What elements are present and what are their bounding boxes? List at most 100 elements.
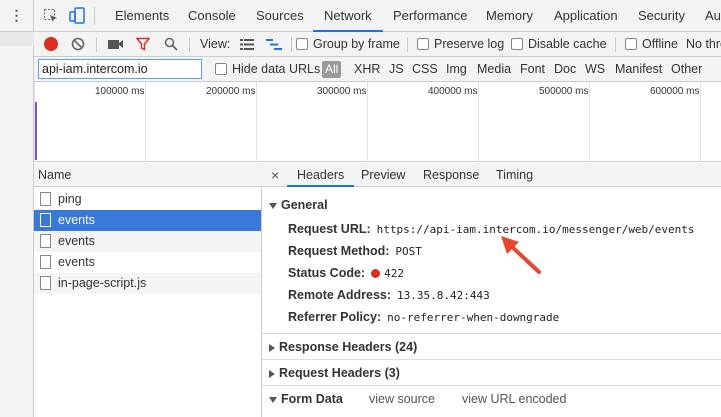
filter-icon[interactable]: [135, 37, 151, 51]
tab-console[interactable]: Console: [188, 0, 236, 32]
tab-headers[interactable]: Headers: [287, 163, 355, 187]
request-method-row: Request Method: POST: [288, 244, 422, 258]
tab-memory[interactable]: Memory: [486, 0, 533, 32]
triangle-right-icon: [269, 343, 275, 352]
request-url-label: Request URL:: [288, 222, 371, 236]
timeline-gridline: [145, 82, 146, 162]
waterfall-overview-icon[interactable]: [266, 39, 282, 50]
file-icon: [40, 213, 51, 227]
request-row-selected[interactable]: events: [34, 210, 261, 231]
detail-tab-bar: × Headers Preview Response Timing: [262, 163, 721, 187]
more-options-icon[interactable]: ⋮: [0, 0, 34, 32]
filter-type-font[interactable]: Font: [520, 57, 545, 82]
request-headers-toggle[interactable]: Request Headers (3): [269, 366, 400, 380]
timeline-tick-label: 400000 ms: [428, 86, 478, 97]
timeline-tick-label: 300000 ms: [317, 86, 367, 97]
tab-preview[interactable]: Preview: [361, 163, 405, 187]
hide-data-urls-label: Hide data URLs: [232, 62, 321, 76]
section-divider: [262, 359, 721, 360]
request-detail-pane: × Headers Preview Response Timing Genera…: [262, 163, 721, 417]
disable-cache-label: Disable cache: [528, 37, 607, 51]
remote-address-value: 13.35.8.42:443: [397, 289, 490, 302]
form-data-toggle[interactable]: Form Data: [269, 392, 343, 406]
disable-cache-checkbox[interactable]: [511, 38, 523, 50]
throttling-select[interactable]: No thro: [686, 32, 721, 57]
view-source-link[interactable]: view source: [369, 392, 435, 406]
tab-audits[interactable]: Aud: [705, 0, 721, 32]
file-icon: [40, 255, 51, 269]
request-row[interactable]: in-page-script.js: [34, 273, 261, 294]
request-row[interactable]: events: [34, 231, 261, 252]
request-method-label: Request Method:: [288, 244, 390, 258]
search-icon[interactable]: [164, 37, 178, 51]
name-column-header[interactable]: Name: [34, 163, 262, 187]
group-by-frame-checkbox[interactable]: [296, 38, 308, 50]
timeline-gridline: [478, 82, 479, 162]
general-section-toggle[interactable]: General: [269, 198, 328, 212]
tab-elements[interactable]: Elements: [115, 0, 169, 32]
filter-type-doc[interactable]: Doc: [554, 57, 576, 82]
clear-icon[interactable]: [71, 37, 85, 51]
filter-type-manifest[interactable]: Manifest: [615, 57, 662, 82]
toolbar-separator: [615, 37, 616, 52]
request-name: in-page-script.js: [58, 276, 147, 290]
request-name: ping: [58, 192, 82, 206]
request-row[interactable]: ping: [34, 189, 261, 210]
timeline-gridline: [589, 82, 590, 162]
timeline-request-marker: [35, 102, 37, 160]
filter-type-js[interactable]: JS: [389, 57, 404, 82]
timeline-tick-label: 100000 ms: [95, 86, 145, 97]
toolbar-separator: [189, 37, 190, 52]
filter-type-img[interactable]: Img: [446, 57, 467, 82]
general-section-title: General: [281, 198, 328, 212]
script-file-icon: [40, 276, 51, 290]
gutter-strip: [0, 32, 34, 46]
tab-performance[interactable]: Performance: [393, 0, 467, 32]
hide-data-urls-checkbox[interactable]: [215, 63, 227, 75]
tab-sources[interactable]: Sources: [256, 0, 304, 32]
filter-type-xhr[interactable]: XHR: [354, 57, 380, 82]
network-toolbar: View: Group by frame Preserve log Disabl…: [34, 32, 721, 57]
device-toolbar-icon[interactable]: [69, 7, 85, 25]
close-icon[interactable]: ×: [271, 163, 279, 187]
tab-security[interactable]: Security: [638, 0, 685, 32]
response-headers-toggle[interactable]: Response Headers (24): [269, 340, 417, 354]
form-data-title: Form Data: [281, 392, 343, 406]
preserve-log-checkbox[interactable]: [417, 38, 429, 50]
timeline-overview[interactable]: 100000 ms 200000 ms 300000 ms 400000 ms …: [34, 82, 721, 162]
filter-type-all[interactable]: All: [322, 61, 342, 78]
tab-network[interactable]: Network: [313, 0, 383, 32]
toolbar-separator: [407, 37, 408, 52]
tab-timing[interactable]: Timing: [496, 163, 533, 187]
request-method-value: POST: [395, 245, 422, 258]
section-divider: [262, 385, 721, 386]
status-code-label: Status Code:: [288, 266, 366, 280]
tab-response[interactable]: Response: [423, 163, 479, 187]
file-icon: [40, 192, 51, 206]
large-rows-icon[interactable]: [240, 39, 254, 50]
triangle-right-icon: [269, 369, 275, 378]
filter-input[interactable]: api-iam.intercom.io: [38, 59, 202, 79]
annotation-arrow-icon: [501, 236, 541, 274]
filter-type-media[interactable]: Media: [477, 57, 511, 82]
screenshot-camera-icon[interactable]: [108, 38, 124, 50]
filter-type-css[interactable]: CSS: [412, 57, 438, 82]
inspect-element-icon[interactable]: [43, 8, 59, 24]
devtools-tab-bar: Elements Console Sources Network Perform…: [34, 0, 721, 32]
request-row[interactable]: events: [34, 252, 261, 273]
timeline-gridline: [256, 82, 257, 162]
record-icon[interactable]: [44, 37, 58, 51]
filter-bar: api-iam.intercom.io Hide data URLs All X…: [34, 57, 721, 82]
response-headers-title: Response Headers (24): [279, 340, 418, 354]
timeline-tick-label: 600000 ms: [650, 86, 700, 97]
filter-type-other[interactable]: Other: [671, 57, 702, 82]
view-url-encoded-link[interactable]: view URL encoded: [462, 392, 566, 406]
request-name: events: [58, 255, 95, 269]
timeline-gridline: [700, 82, 701, 162]
timeline-gridline: [367, 82, 368, 162]
tab-application[interactable]: Application: [554, 0, 618, 32]
offline-checkbox[interactable]: [625, 38, 637, 50]
filter-type-ws[interactable]: WS: [585, 57, 605, 82]
gutter-panel: [0, 46, 34, 417]
preserve-log-label: Preserve log: [434, 37, 505, 51]
